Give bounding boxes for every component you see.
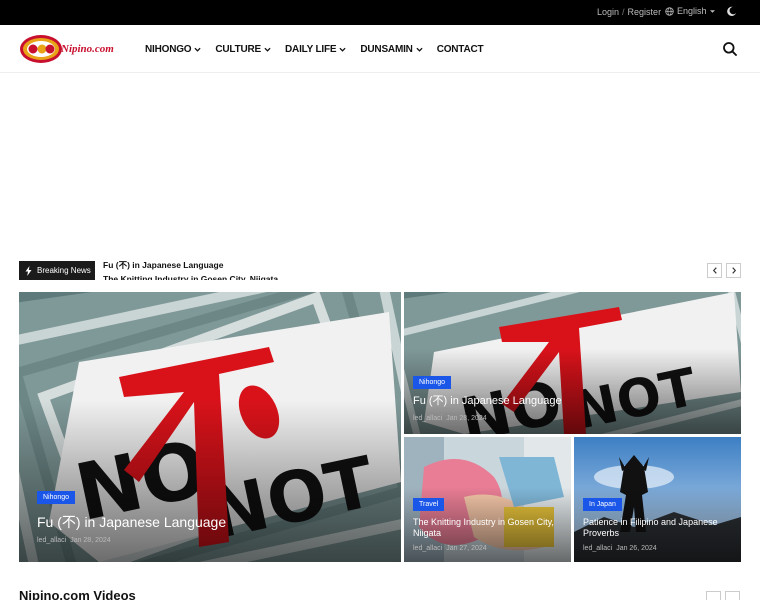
category-badge[interactable]: Nihongo	[413, 376, 452, 390]
login-link[interactable]: Login	[597, 7, 619, 17]
nav-item-label: CULTURE	[215, 43, 262, 55]
category-badge[interactable]: Nihongo	[37, 490, 76, 504]
ticker-item[interactable]: The Knitting Industry in Gosen City, Nii…	[103, 272, 303, 280]
post-meta: led_allaci Jan 28, 2024	[413, 415, 713, 422]
post-info: Nihongo Fu (不) in Japanese Language led_…	[37, 486, 377, 544]
nav-item-label: DUNSAMIN	[360, 43, 413, 55]
post-date: Jan 28, 2024	[70, 537, 111, 544]
featured-post-bottom-left[interactable]: Travel The Knitting Industry in Gosen Ci…	[404, 437, 571, 562]
logo-text: Nipino.com	[61, 43, 114, 55]
videos-section-title: Nipino.com Videos	[19, 588, 136, 600]
ticker-next-button[interactable]	[726, 263, 741, 278]
nav-item-label: CONTACT	[436, 43, 484, 55]
post-info: Travel The Knitting Industry in Gosen Ci…	[413, 493, 563, 552]
post-info: Nihongo Fu (不) in Japanese Language led_…	[413, 371, 713, 422]
top-bar: Login / Register English	[0, 0, 760, 25]
post-author[interactable]: led_allaci	[37, 537, 66, 544]
main-nav: NIHONGO CULTURE DAILY LIFE DUNSAMIN CONTACT	[145, 25, 497, 73]
nav-item-nihongo[interactable]: NIHONGO	[145, 44, 201, 55]
category-badge[interactable]: Travel	[413, 497, 445, 511]
nav-item-label: NIHONGO	[145, 43, 192, 55]
breaking-news-bar: Breaking News Fu (不) in Japanese Languag…	[19, 258, 741, 280]
nav-item-label: DAILY LIFE	[285, 43, 337, 55]
register-link[interactable]: Register	[628, 7, 662, 17]
language-selector[interactable]: English	[665, 6, 715, 16]
caret-down-icon	[709, 9, 715, 13]
post-date: Jan 28, 2024	[446, 415, 487, 422]
breaking-news-text: Breaking News	[37, 266, 91, 275]
nav-item-daily-life[interactable]: DAILY LIFE	[285, 44, 346, 55]
language-label: English	[677, 6, 707, 16]
breaking-news-ticker[interactable]: Fu (不) in Japanese Language The Knitting…	[103, 258, 303, 280]
bolt-icon	[25, 265, 32, 276]
post-meta: led_allaci Jan 26, 2024	[583, 545, 733, 552]
post-title[interactable]: Patience in Filipino and Japanese Prover…	[583, 517, 733, 540]
ticker-item[interactable]: Fu (不) in Japanese Language	[103, 258, 303, 272]
search-icon[interactable]	[722, 41, 738, 57]
ticker-arrows	[707, 263, 741, 278]
post-author[interactable]: led_allaci	[413, 545, 442, 552]
nav-item-contact[interactable]: CONTACT	[437, 44, 484, 55]
chevron-down-icon	[264, 47, 271, 52]
post-info: In Japan Patience in Filipino and Japane…	[583, 493, 733, 552]
post-meta: led_allaci Jan 28, 2024	[37, 537, 377, 544]
post-title[interactable]: Fu (不) in Japanese Language	[413, 395, 713, 409]
post-meta: led_allaci Jan 27, 2024	[413, 545, 563, 552]
post-date: Jan 27, 2024	[446, 545, 487, 552]
dark-mode-icon[interactable]	[726, 6, 737, 17]
videos-prev-button[interactable]	[706, 591, 721, 600]
nav-item-culture[interactable]: CULTURE	[215, 44, 271, 55]
breaking-news-label: Breaking News	[19, 261, 95, 280]
chevron-down-icon	[194, 47, 201, 52]
site-logo[interactable]: Nipino.com	[19, 32, 123, 66]
post-author[interactable]: led_allaci	[413, 415, 442, 422]
login-register: Login / Register	[597, 7, 661, 17]
chevron-down-icon	[416, 47, 423, 52]
nav-item-dunsamin[interactable]: DUNSAMIN	[360, 43, 423, 55]
chevron-down-icon	[339, 47, 346, 52]
featured-post-top-right[interactable]: NO NOT Nihongo Fu (不) in Japanese Langua…	[404, 292, 741, 434]
post-title[interactable]: Fu (不) in Japanese Language	[37, 514, 377, 532]
ticker-prev-button[interactable]	[707, 263, 722, 278]
globe-icon	[665, 6, 674, 16]
videos-next-button[interactable]	[725, 591, 740, 600]
post-author[interactable]: led_allaci	[583, 545, 612, 552]
category-badge[interactable]: In Japan	[583, 497, 622, 511]
featured-post-bottom-right[interactable]: In Japan Patience in Filipino and Japane…	[574, 437, 741, 562]
chevron-left-icon	[712, 267, 717, 274]
post-date: Jan 26, 2024	[616, 545, 657, 552]
site-header: Nipino.com NIHONGO CULTURE DAILY LIFE DUNSA…	[0, 25, 760, 73]
post-title[interactable]: The Knitting Industry in Gosen City, Nii…	[413, 517, 563, 540]
featured-post-large[interactable]: NO NOT Nihongo Fu (不) in Japanese Langua…	[19, 292, 401, 562]
videos-arrows	[706, 591, 740, 600]
login-separator: /	[622, 7, 625, 17]
chevron-right-icon	[731, 267, 736, 274]
